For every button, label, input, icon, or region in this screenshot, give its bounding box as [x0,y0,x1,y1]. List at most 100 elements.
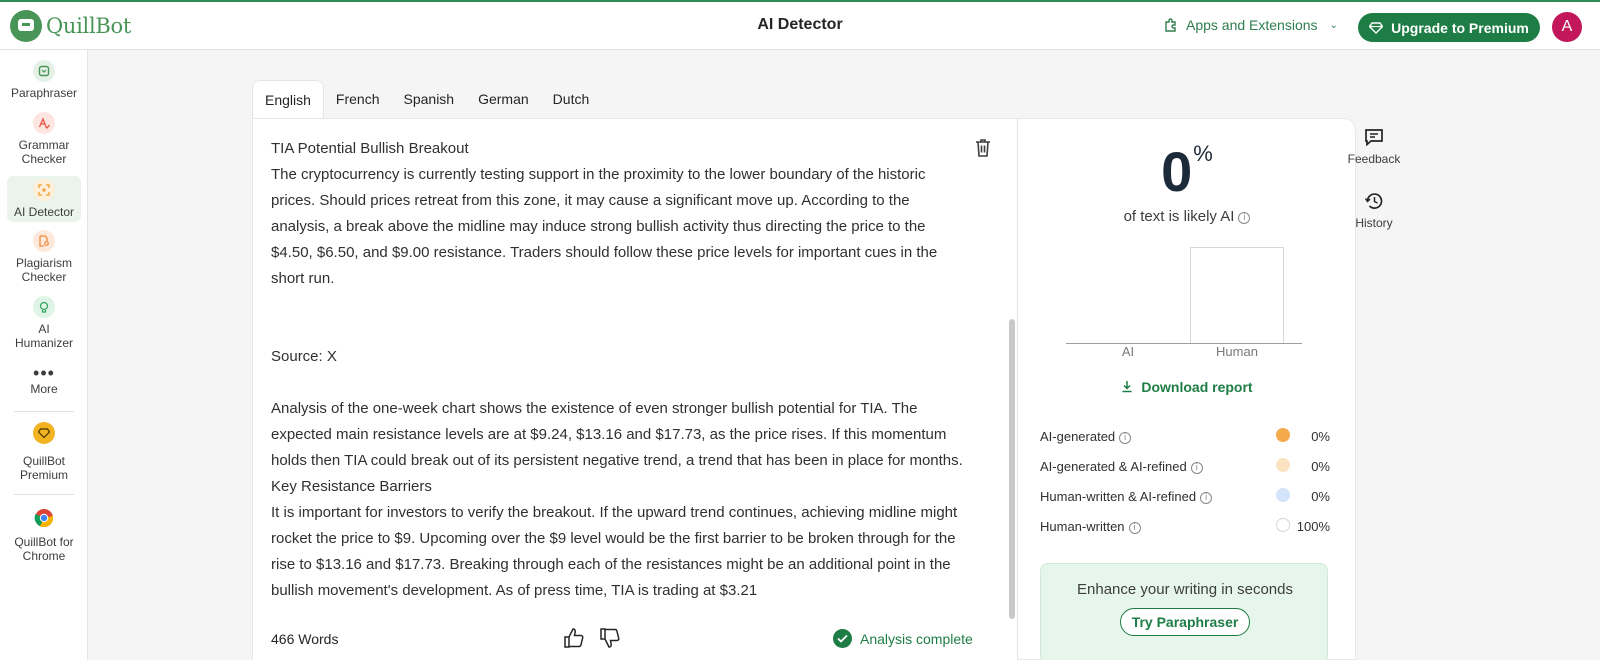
breakdown-row-ai-generated: AI-generated i 0% [1040,425,1334,455]
sidebar-divider [14,494,74,495]
sidebar-item-quillbot-premium[interactable]: QuillBot Premium [7,422,81,484]
human-written-color-dot [1276,518,1290,532]
chart-label-human: Human [1216,344,1258,359]
sidebar-item-plagiarism-checker[interactable]: Plagiarism Checker [7,230,81,286]
sidebar-divider [14,411,74,412]
sidebar-item-label: More [30,382,58,396]
editor-paragraph: It is important for investors to verify … [271,504,958,599]
input-text-area[interactable]: TIA Potential Bullish Breakout The crypt… [271,136,966,636]
language-tabs: English French Spanish German Dutch [252,80,601,118]
sidebar-item-quillbot-for-chrome[interactable]: QuillBot for Chrome [7,507,81,567]
upgrade-label: Upgrade to Premium [1391,19,1529,36]
editor-footer: 466 Words Analysis complete [253,619,1017,660]
trash-icon[interactable] [973,137,993,159]
grammar-checker-icon [33,112,55,134]
try-paraphraser-button[interactable]: Try Paraphraser [1120,608,1250,636]
info-icon[interactable]: i [1119,432,1132,444]
breakdown-label: Human-written & AI-refined [1040,489,1197,504]
score-breakdown: AI-generated i 0% AI-generated & AI-refin… [1040,425,1334,545]
breakdown-value: 0% [1311,429,1330,444]
history-label: History [1355,216,1393,230]
info-icon[interactable]: i [1200,492,1213,504]
ai-humanizer-icon [33,296,55,318]
left-sidebar: Paraphraser Grammar Checker AI Detector … [0,50,88,660]
ai-refined-color-dot [1276,458,1290,472]
sidebar-item-label: AI Humanizer [14,322,74,350]
detector-card: TIA Potential Bullish Breakout The crypt… [252,118,1356,660]
info-icon[interactable]: i [1190,462,1203,474]
chevron-down-icon: ⌄ [1329,19,1338,31]
sidebar-item-more[interactable]: ••• More [7,363,81,402]
download-report-label: Download report [1141,379,1253,395]
breakdown-label: AI-generated [1040,429,1116,444]
feedback-icon [1365,129,1383,146]
editor-paragraph: TIA Potential Bullish Breakout [271,140,469,157]
editor-scrollbar[interactable] [1009,319,1015,619]
upgrade-to-premium-button[interactable]: Upgrade to Premium [1358,13,1540,42]
score-chart: AI Human [1066,247,1302,359]
logo-text: QuillBot [46,14,132,38]
tab-french[interactable]: French [324,80,392,118]
feedback-thumbs [563,627,621,649]
paraphraser-icon [33,60,55,82]
ai-score-caption: of text is likely AI [1123,208,1235,225]
puzzle-icon [1165,18,1176,32]
breakdown-row-human-written-ai-refined: Human-written & AI-refined i 0% [1040,485,1334,515]
tab-dutch[interactable]: Dutch [541,80,602,118]
apps-and-extensions-menu[interactable]: Apps and Extensions ⌄ [1164,17,1338,33]
breakdown-value: 100% [1296,519,1330,534]
sidebar-item-label: QuillBot Premium [19,454,68,482]
breakdown-row-ai-generated-ai-refined: AI-generated & AI-refined i 0% [1040,455,1334,485]
thumbs-up-icon[interactable] [563,627,585,649]
editor-paragraph: Source: X [271,348,337,365]
paraphraser-promo: Enhance your writing in seconds Try Para… [1040,563,1328,660]
text-editor: TIA Potential Bullish Breakout The crypt… [253,119,1018,660]
breakdown-value: 0% [1311,489,1330,504]
editor-paragraph: The cryptocurrency is currently testing … [271,166,938,287]
analysis-status: Analysis complete [833,629,973,648]
results-panel: 0% of text is likely AI i AI Human Downlo… [1018,119,1356,660]
tab-english[interactable]: English [252,80,324,118]
ai-generated-color-dot [1276,428,1290,442]
feedback-button[interactable]: Feedback [1346,128,1402,166]
sidebar-item-label: QuillBot for Chrome [14,535,74,563]
ai-score-value: 0 [1161,140,1192,203]
ai-score-caption-row: of text is likely AI i [1018,208,1356,225]
check-circle-icon [833,629,852,648]
sidebar-item-ai-humanizer[interactable]: AI Humanizer [7,296,81,356]
editor-blank-line [271,292,966,318]
sidebar-item-paraphraser[interactable]: Paraphraser [7,60,81,104]
quillbot-logo[interactable]: QuillBot [10,10,131,42]
tab-german[interactable]: German [466,80,541,118]
editor-paragraph: Analysis of the one-week chart shows the… [271,400,963,469]
sidebar-item-grammar-checker[interactable]: Grammar Checker [7,112,81,168]
premium-diamond-icon [33,422,55,444]
breakdown-label: Human-written [1040,519,1125,534]
apps-label: Apps and Extensions [1186,17,1318,33]
sidebar-item-label: Paraphraser [10,86,78,100]
breakdown-value: 0% [1311,459,1330,474]
chart-label-ai: AI [1121,344,1135,359]
plagiarism-checker-icon [33,230,55,252]
top-bar: QuillBot AI Detector Apps and Extensions… [0,0,1600,50]
more-icon: ••• [33,363,55,383]
history-button[interactable]: History [1346,192,1402,230]
breakdown-row-human-written: Human-written i 100% [1040,515,1334,545]
avatar[interactable]: A [1552,12,1582,42]
feedback-label: Feedback [1347,152,1401,166]
thumbs-down-icon[interactable] [599,627,621,649]
analysis-status-label: Analysis complete [860,630,973,647]
ai-score-unit: % [1193,141,1213,166]
info-icon[interactable]: i [1128,522,1141,534]
editor-blank-line [271,318,966,344]
sidebar-item-ai-detector[interactable]: AI Detector [7,176,81,222]
info-icon[interactable]: i [1238,212,1251,224]
chart-bar-human [1190,247,1284,343]
breakdown-label: AI-generated & AI-refined [1040,459,1187,474]
chrome-icon [33,507,55,529]
ai-score: 0% [1018,139,1356,204]
download-report-link[interactable]: Download report [1018,379,1356,395]
tab-spanish[interactable]: Spanish [392,80,467,118]
quillbot-logo-icon [10,10,42,42]
word-count: 466 Words [271,631,339,647]
